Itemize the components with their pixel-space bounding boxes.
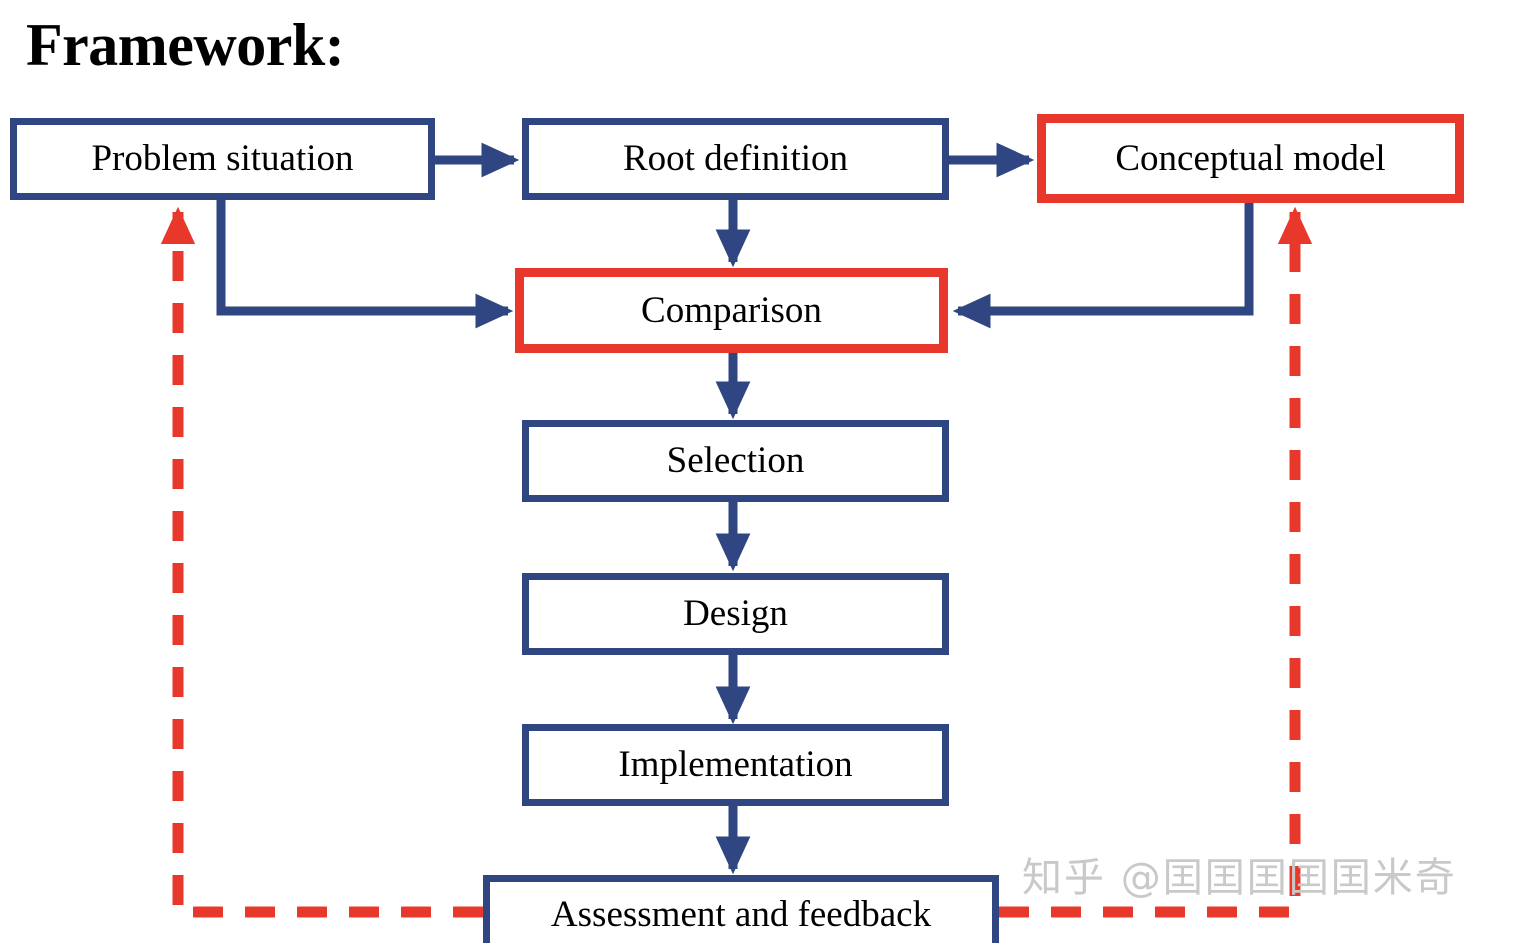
framework-diagram-canvas: Framework: Problem situation Root defini…	[0, 0, 1526, 943]
node-problem-situation[interactable]: Problem situation	[10, 118, 435, 200]
node-design[interactable]: Design	[522, 573, 949, 655]
node-implementation[interactable]: Implementation	[522, 724, 949, 806]
connector-problem-to-comparison	[216, 200, 514, 329]
node-label-conceptual-model: Conceptual model	[1115, 137, 1386, 179]
node-comparison[interactable]: Comparison	[515, 268, 948, 353]
node-label-comparison: Comparison	[641, 289, 822, 331]
node-label-problem-situation: Problem situation	[91, 138, 354, 179]
connector-assessment-to-problem	[160, 206, 483, 918]
node-label-design: Design	[683, 593, 788, 634]
connector-conceptual-to-comparison	[952, 203, 1254, 329]
node-label-implementation: Implementation	[618, 744, 853, 785]
node-label-selection: Selection	[666, 440, 805, 481]
connector-assessment-to-conceptual	[999, 206, 1313, 918]
node-conceptual-model[interactable]: Conceptual model	[1037, 114, 1464, 203]
node-root-definition[interactable]: Root definition	[522, 118, 949, 200]
node-selection[interactable]: Selection	[522, 420, 949, 502]
node-label-assessment-and-feedback: Assessment and feedback	[550, 893, 932, 935]
node-label-root-definition: Root definition	[622, 138, 849, 179]
node-assessment-and-feedback[interactable]: Assessment and feedback	[483, 875, 999, 943]
